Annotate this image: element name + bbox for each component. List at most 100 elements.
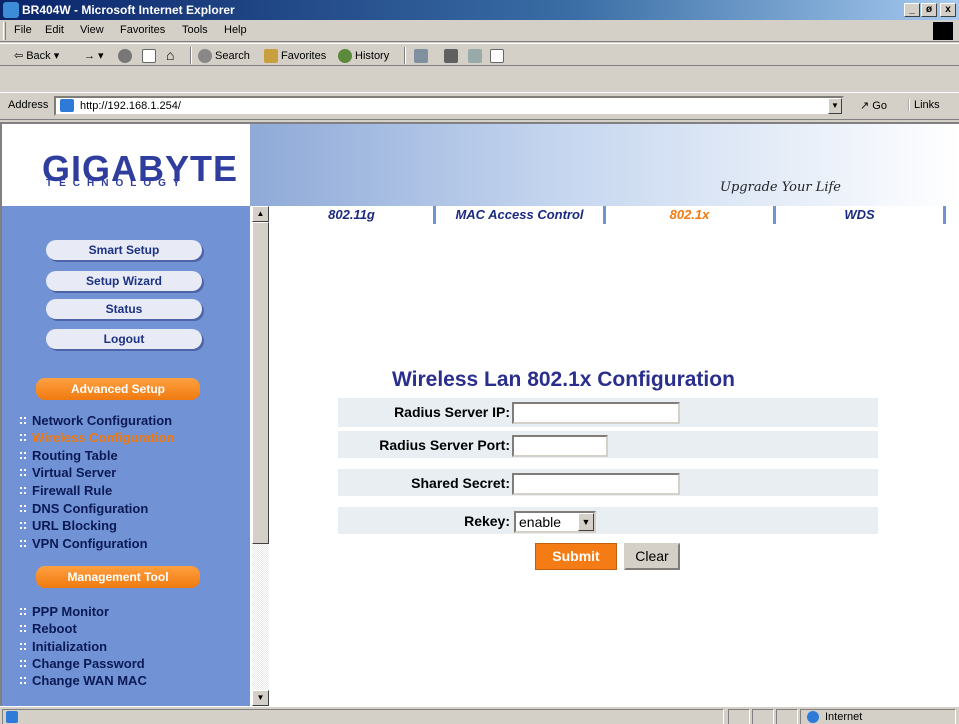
separator [190, 47, 192, 64]
rekey-row: Rekey: enable ▼ [338, 505, 878, 534]
go-arrow-icon: ↗ [860, 100, 870, 112]
scroll-down-arrow-icon[interactable]: ▼ [252, 690, 269, 706]
page-title: Wireless Lan 802.1x Configuration [392, 368, 735, 391]
status-panel [776, 709, 798, 724]
mail-icon[interactable] [414, 49, 428, 63]
chevron-down-icon[interactable]: ▼ [578, 513, 594, 531]
bullet-icon [20, 608, 26, 615]
forward-button[interactable]: → ▾ [84, 49, 104, 62]
sidebar-item-vpn-configuration[interactable]: VPN Configuration [32, 536, 148, 551]
page-header: GIGABYTE TECHNOLOGY Upgrade Your Life [2, 124, 959, 206]
shared-secret-row: Shared Secret: [338, 467, 878, 496]
links-button[interactable]: Links [908, 99, 940, 111]
tab-wds[interactable]: WDS [776, 206, 946, 224]
address-dropdown-button[interactable]: ▼ [828, 98, 842, 114]
minimize-button[interactable]: _ [904, 3, 920, 17]
bullet-icon [20, 625, 26, 632]
smart-setup-button[interactable]: Smart Setup [46, 240, 202, 260]
tab-802-1x[interactable]: 802.1x [606, 206, 776, 224]
search-icon [198, 49, 212, 63]
separator [404, 47, 406, 64]
history-icon [338, 49, 352, 63]
shared-secret-input[interactable] [512, 473, 680, 495]
refresh-icon[interactable] [142, 49, 156, 63]
submit-button[interactable]: Submit [535, 543, 617, 570]
rekey-label: Rekey: [464, 513, 510, 529]
zone-panel: Internet [800, 709, 956, 724]
links-label: Links [914, 99, 940, 111]
sidebar-item-wireless-configuration[interactable]: Wireless Configuration [32, 430, 174, 445]
tab-bar: 802.11g MAC Access Control 802.1x WDS [270, 206, 946, 224]
sidebar-item-virtual-server[interactable]: Virtual Server [32, 465, 116, 480]
sidebar-item-firewall-rule[interactable]: Firewall Rule [32, 483, 112, 498]
back-arrow-icon: ⇦ [14, 50, 24, 62]
menu-edit[interactable]: Edit [45, 24, 64, 36]
stop-icon[interactable] [118, 49, 132, 63]
sidebar-item-ppp-monitor[interactable]: PPP Monitor [32, 604, 109, 619]
print-icon[interactable] [444, 49, 458, 63]
clear-button[interactable]: Clear [624, 543, 680, 570]
setup-wizard-button[interactable]: Setup Wizard [46, 271, 202, 291]
history-button[interactable]: History [338, 49, 389, 63]
menu-file[interactable]: File [14, 24, 32, 36]
shared-secret-label: Shared Secret: [411, 475, 510, 491]
radius-server-ip-input[interactable] [512, 402, 680, 424]
edit-icon[interactable] [468, 49, 482, 63]
sidebar-item-initialization[interactable]: Initialization [32, 639, 107, 654]
back-button[interactable]: ⇦ Back ▾ [14, 49, 60, 63]
bullet-icon [20, 469, 26, 476]
home-icon[interactable]: ⌂ [166, 47, 174, 63]
favorites-button[interactable]: Favorites [264, 49, 326, 63]
scroll-thumb[interactable] [252, 222, 269, 544]
rekey-select[interactable]: enable ▼ [514, 511, 596, 533]
menu-favorites[interactable]: Favorites [120, 24, 165, 36]
bullet-icon [20, 677, 26, 684]
menu-help[interactable]: Help [224, 24, 247, 36]
tab-mac-access-control[interactable]: MAC Access Control [436, 206, 606, 224]
sidebar-item-dns-configuration[interactable]: DNS Configuration [32, 501, 148, 516]
globe-icon [807, 711, 819, 723]
dropdown-arrow-icon: ▾ [53, 50, 60, 62]
radius-server-port-input[interactable] [512, 435, 608, 457]
menu-bar: File Edit View Favorites Tools Help [0, 20, 959, 42]
bullet-icon [20, 487, 26, 494]
windows-logo-icon [933, 22, 953, 40]
address-label: Address [8, 99, 49, 111]
maximize-button[interactable]: ø [921, 3, 937, 17]
menu-tools[interactable]: Tools [182, 24, 208, 36]
menu-grip [3, 22, 6, 40]
go-button[interactable]: ↗ Go [860, 99, 887, 112]
sidebar: Smart Setup Setup Wizard Status Logout A… [2, 206, 250, 706]
bullet-icon [20, 417, 26, 424]
window-title: BR404W - Microsoft Internet Explorer [22, 3, 235, 17]
menu-view[interactable]: View [80, 24, 104, 36]
rekey-selected-value: enable [519, 514, 562, 530]
sidebar-item-routing-table[interactable]: Routing Table [32, 448, 118, 463]
close-button[interactable]: x [940, 3, 956, 17]
tab-802-11g[interactable]: 802.11g [270, 206, 436, 224]
sidebar-scrollbar[interactable]: ▲ ▼ [252, 206, 269, 706]
bullet-icon [20, 434, 26, 441]
bullet-icon [20, 540, 26, 547]
sidebar-item-reboot[interactable]: Reboot [32, 621, 77, 636]
status-button[interactable]: Status [46, 299, 202, 319]
management-tool-header: Management Tool [36, 566, 200, 588]
search-label: Search [215, 50, 250, 62]
sidebar-item-network-configuration[interactable]: Network Configuration [32, 413, 172, 428]
discuss-icon[interactable] [490, 49, 504, 63]
sidebar-item-change-password[interactable]: Change Password [32, 656, 145, 671]
scroll-up-arrow-icon[interactable]: ▲ [252, 206, 269, 222]
status-bar: Internet [0, 706, 959, 724]
bullet-icon [20, 660, 26, 667]
search-button[interactable]: Search [198, 49, 250, 63]
back-label: Back [26, 49, 51, 62]
sidebar-item-url-blocking[interactable]: URL Blocking [32, 518, 117, 533]
address-input[interactable]: http://192.168.1.254/ [54, 96, 844, 116]
sidebar-item-change-wan-mac[interactable]: Change WAN MAC [32, 673, 147, 688]
ie-icon [3, 2, 19, 18]
advanced-setup-header: Advanced Setup [36, 378, 200, 400]
page-viewport: GIGABYTE TECHNOLOGY Upgrade Your Life Sm… [0, 122, 959, 706]
radius-server-port-label: Radius Server Port: [379, 437, 510, 453]
logout-button[interactable]: Logout [46, 329, 202, 349]
radius-server-ip-label: Radius Server IP: [394, 404, 510, 420]
